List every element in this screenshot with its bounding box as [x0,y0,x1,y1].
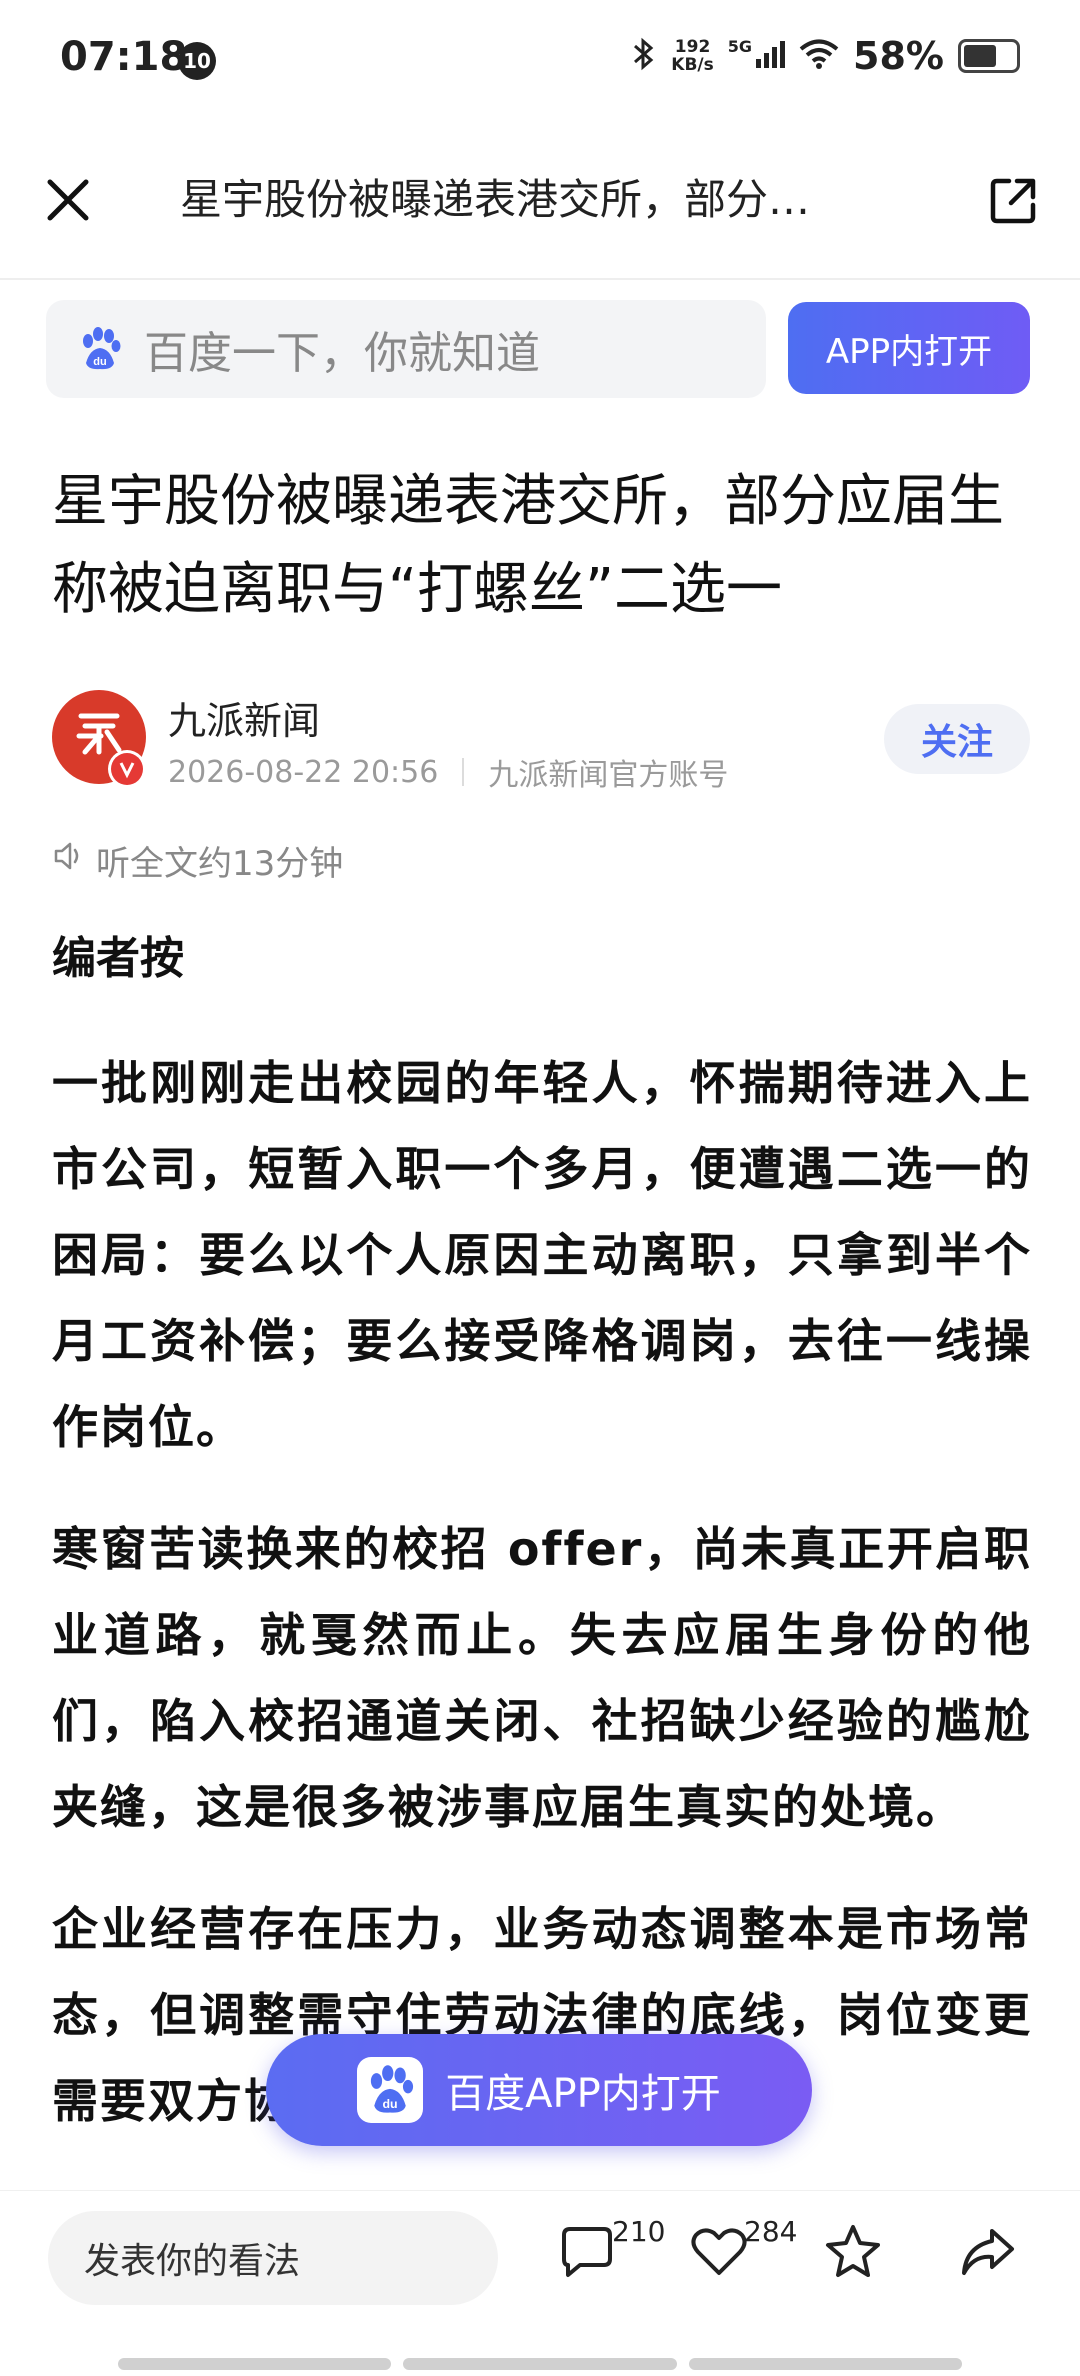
status-indicators: 192 KB/s 5G 58% [631,34,1020,78]
author-name[interactable]: 九派新闻 [168,690,320,745]
editor-note-label: 编者按 [52,933,184,984]
verified-icon [111,753,143,785]
battery-percentage: 58% [853,34,944,78]
gesture-segment [403,2358,677,2370]
article-paragraph: 一批刚刚走出校园的年轻人，怀揣期待进入上市公司，短暂入职一个多月，便遭遇二选一的… [52,1056,1032,1454]
notification-count-badge: 10 [178,42,216,80]
status-time: 07:18 [60,34,188,80]
heart-icon [691,2228,747,2275]
listen-audio-button[interactable]: 听全文约13分钟 [52,836,343,885]
open-in-app-button[interactable]: APP内打开 [788,302,1030,394]
forward-share-icon [962,2229,1014,2275]
author-meta: 2026-08-22 20:56 九派新闻官方账号 [168,750,728,794]
account-type: 九派新闻官方账号 [488,758,729,793]
bottom-action-bar: 发表你的看法 210 284 [0,2190,1080,2360]
comment-icon [562,2227,612,2277]
network-speed: 192 KB/s [671,38,713,74]
comment-count: 210 [612,2215,666,2248]
signal-type-label: 5G [727,37,753,56]
follow-button[interactable]: 关注 [884,704,1030,774]
floating-button-label: 百度APP内打开 [445,2071,721,2117]
baidu-paw-icon: du [76,325,124,373]
status-bar: 07:18 10 192 KB/s 5G 58% [0,0,1080,120]
forward-button[interactable] [956,2221,1018,2291]
gesture-segment [688,2358,962,2370]
network-speed-value: 192 [674,37,711,57]
gesture-bar [118,2358,962,2370]
battery-icon [958,39,1020,73]
publish-date: 2026-08-22 20:56 [168,754,439,790]
like-count: 284 [744,2215,798,2248]
network-speed-unit: KB/s [671,55,714,75]
comment-input[interactable]: 发表你的看法 [48,2211,498,2305]
svg-text:du: du [93,356,106,368]
article-body: 编者按 一批刚刚走出校园的年轻人，怀揣期待进入上市公司，短暂入职一个多月，便遭遇… [52,918,1032,2180]
title-bar: 星宇股份被曝递表港交所，部分… [0,140,1080,280]
bluetooth-icon [631,36,657,76]
signal-bars-icon [755,39,786,73]
close-button[interactable] [38,170,98,230]
like-button[interactable]: 284 [688,2215,797,2291]
search-placeholder: 百度一下，你就知道 [144,328,540,379]
search-input[interactable]: du 百度一下，你就知道 [46,300,766,398]
page-title: 星宇股份被曝递表港交所，部分… [180,175,811,224]
article-headline: 星宇股份被曝递表港交所，部分应届生称被迫离职与“打螺丝”二选一 [52,469,1004,622]
battery-level-fill [964,45,997,67]
speaker-icon [52,839,86,882]
listen-label: 听全文约13分钟 [96,844,344,884]
share-button[interactable] [982,170,1044,232]
svg-text:du: du [383,2097,398,2111]
favorite-button[interactable] [822,2221,884,2291]
gesture-segment [118,2358,392,2370]
cellular-signal: 5G [727,37,786,73]
comment-button[interactable]: 210 [556,2215,665,2291]
meta-divider [462,758,465,786]
wifi-icon [799,38,839,74]
star-icon [826,2225,880,2277]
article-paragraph: 寒窗苦读换来的校招 offer，尚未真正开启职业道路，就戛然而止。失去应届生身份… [52,1522,1032,1834]
verified-badge [108,750,146,788]
close-icon [47,179,89,221]
floating-open-in-app-button[interactable]: du 百度APP内打开 [266,2034,812,2146]
baidu-app-logo-icon: du [357,2057,424,2123]
share-icon [990,178,1036,224]
